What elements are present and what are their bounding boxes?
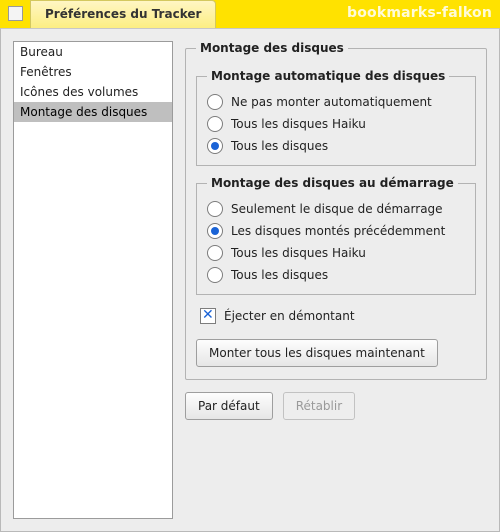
background-tab: bookmarks-falkon	[347, 0, 500, 27]
titlebar: Préférences du Tracker bookmarks-falkon	[0, 0, 500, 28]
boot-mount-label: Seulement le disque de démarrage	[231, 202, 443, 216]
boot-mount-radio[interactable]	[207, 223, 223, 239]
window-close-box[interactable]	[8, 6, 23, 21]
auto-mount-group: Montage automatique des disques Ne pas m…	[196, 69, 476, 166]
window-title-text: Préférences du Tracker	[45, 7, 201, 21]
sidebar-item[interactable]: Montage des disques	[14, 102, 172, 122]
boot-mount-option[interactable]: Tous les disques Haiku	[207, 242, 465, 264]
revert-button: Rétablir	[283, 392, 355, 420]
auto-mount-label: Ne pas monter automatiquement	[231, 95, 432, 109]
category-sidebar: BureauFenêtresIcônes des volumesMontage …	[13, 41, 173, 519]
boot-mount-legend: Montage des disques au démarrage	[207, 176, 458, 190]
auto-mount-option[interactable]: Tous les disques	[207, 135, 465, 157]
boot-mount-radio[interactable]	[207, 267, 223, 283]
auto-mount-option[interactable]: Tous les disques Haiku	[207, 113, 465, 135]
boot-mount-label: Tous les disques Haiku	[231, 246, 366, 260]
boot-mount-radio[interactable]	[207, 201, 223, 217]
auto-mount-label: Tous les disques	[231, 139, 328, 153]
disk-mounting-group: Montage des disques Montage automatique …	[185, 41, 487, 380]
defaults-button[interactable]: Par défaut	[185, 392, 273, 420]
auto-mount-legend: Montage automatique des disques	[207, 69, 449, 83]
boot-mount-label: Les disques montés précédemment	[231, 224, 445, 238]
sidebar-item[interactable]: Icônes des volumes	[14, 82, 172, 102]
boot-mount-label: Tous les disques	[231, 268, 328, 282]
footer-buttons: Par défaut Rétablir	[185, 390, 487, 420]
eject-checkbox[interactable]	[200, 308, 216, 324]
boot-mount-group: Montage des disques au démarrage Seuleme…	[196, 176, 476, 295]
boot-mount-radio[interactable]	[207, 245, 223, 261]
eject-label: Éjecter en démontant	[224, 309, 355, 323]
sidebar-item[interactable]: Bureau	[14, 42, 172, 62]
disk-mounting-group-title: Montage des disques	[196, 41, 348, 55]
settings-panel: Montage des disques Montage automatique …	[185, 41, 487, 519]
boot-mount-option[interactable]: Seulement le disque de démarrage	[207, 198, 465, 220]
auto-mount-radio[interactable]	[207, 94, 223, 110]
category-listbox[interactable]: BureauFenêtresIcônes des volumesMontage …	[13, 41, 173, 519]
sidebar-item[interactable]: Fenêtres	[14, 62, 172, 82]
eject-on-unmount-option[interactable]: Éjecter en démontant	[200, 305, 476, 327]
auto-mount-radio[interactable]	[207, 138, 223, 154]
window-title-tab[interactable]: Préférences du Tracker	[30, 0, 216, 28]
boot-mount-option[interactable]: Tous les disques	[207, 264, 465, 286]
mount-all-now-button[interactable]: Monter tous les disques maintenant	[196, 339, 438, 367]
auto-mount-option[interactable]: Ne pas monter automatiquement	[207, 91, 465, 113]
background-tab-label: bookmarks-falkon	[347, 5, 492, 21]
auto-mount-radio[interactable]	[207, 116, 223, 132]
auto-mount-label: Tous les disques Haiku	[231, 117, 366, 131]
boot-mount-option[interactable]: Les disques montés précédemment	[207, 220, 465, 242]
window-body: BureauFenêtresIcônes des volumesMontage …	[0, 28, 500, 532]
